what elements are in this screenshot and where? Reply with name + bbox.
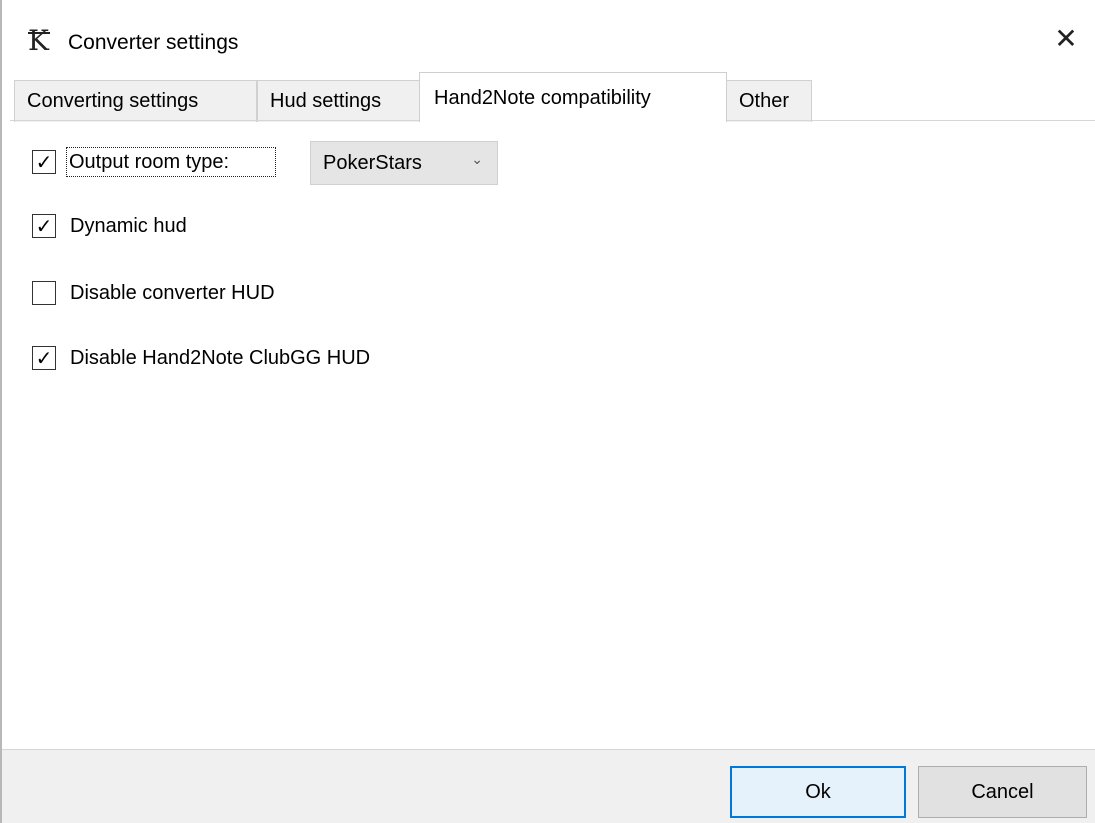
disable-converter-hud-option[interactable]: Disable converter HUD: [32, 278, 275, 308]
disable-h2n-clubgg-hud-checkbox[interactable]: ✓: [32, 346, 56, 370]
disable-h2n-clubgg-hud-option[interactable]: ✓ Disable Hand2Note ClubGG HUD: [32, 343, 370, 373]
tab-converting-settings[interactable]: Converting settings: [14, 80, 257, 122]
close-button[interactable]: ✕: [1037, 10, 1095, 66]
disable-converter-hud-label: Disable converter HUD: [70, 282, 275, 304]
tab-hand2note-compatibility[interactable]: Hand2Note compatibility: [419, 72, 727, 122]
output-room-type-option[interactable]: ✓ Output room type:: [32, 147, 276, 177]
output-room-type-checkbox[interactable]: ✓: [32, 150, 56, 174]
output-room-type-label: Output room type:: [66, 147, 276, 177]
room-type-value: PokerStars: [323, 151, 422, 174]
dynamic-hud-option[interactable]: ✓ Dynamic hud: [32, 211, 187, 241]
dynamic-hud-checkbox[interactable]: ✓: [32, 214, 56, 238]
tab-other[interactable]: Other: [726, 80, 812, 122]
room-type-select[interactable]: PokerStars ⌄: [310, 141, 498, 185]
title-bar[interactable]: K Converter settings ✕: [2, 0, 1095, 72]
converter-settings-window: K Converter settings ✕ Converting settin…: [0, 0, 1095, 823]
tab-hud-settings[interactable]: Hud settings: [257, 80, 420, 122]
ok-button[interactable]: Ok: [730, 766, 906, 818]
cancel-button[interactable]: Cancel: [918, 766, 1087, 818]
window-title: Converter settings: [68, 31, 239, 54]
tab-strip: Converting settings Hud settings Hand2No…: [14, 72, 1095, 122]
k-logo-icon: K: [28, 24, 50, 57]
dynamic-hud-label: Dynamic hud: [70, 215, 187, 237]
chevron-down-icon: ⌄: [471, 152, 483, 168]
disable-converter-hud-checkbox[interactable]: [32, 281, 56, 305]
disable-h2n-clubgg-hud-label: Disable Hand2Note ClubGG HUD: [70, 347, 371, 369]
